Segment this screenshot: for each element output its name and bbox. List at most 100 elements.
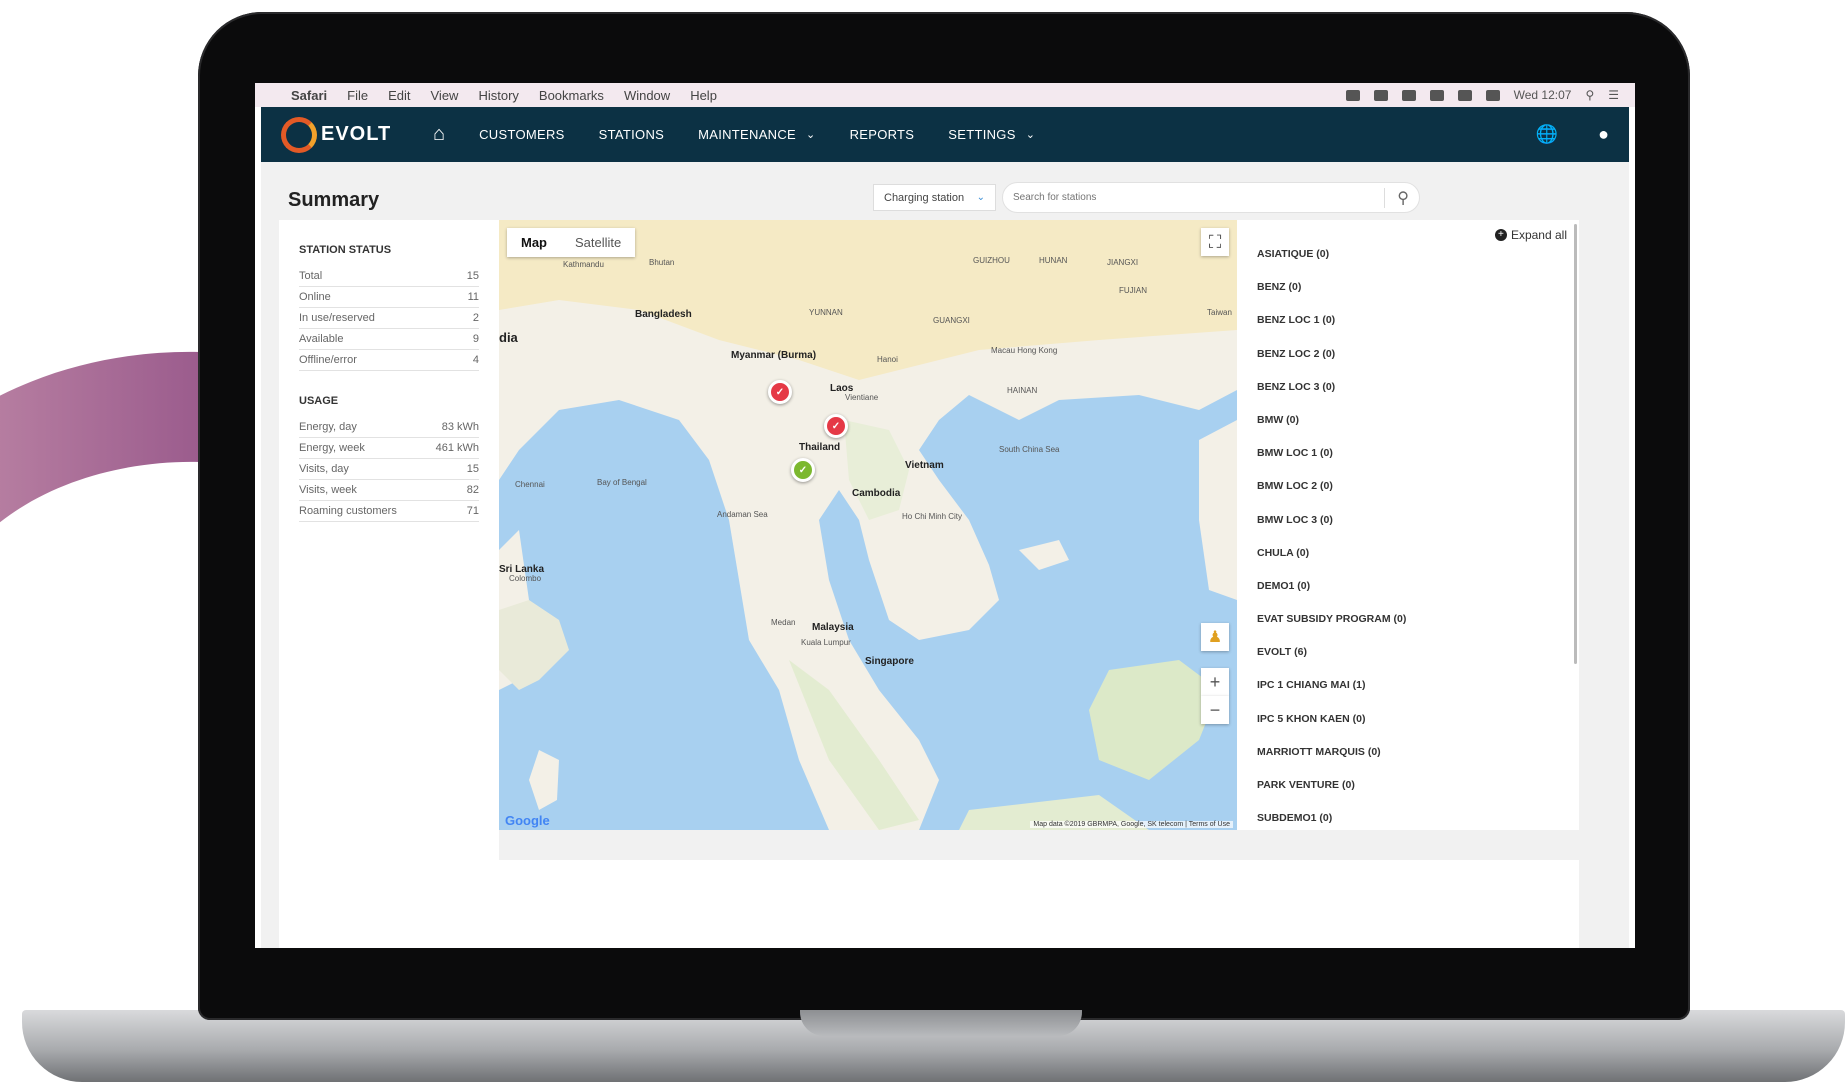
location-item[interactable]: BENZ LOC 2 (0) [1257, 348, 1406, 381]
battery-icon[interactable] [1485, 89, 1500, 101]
location-item[interactable]: EVOLT (6) [1257, 646, 1406, 679]
nav-settings[interactable]: SETTINGS ⌄ [948, 127, 1035, 142]
menu-view[interactable]: View [431, 88, 459, 103]
volume-icon[interactable] [1429, 89, 1444, 101]
airplay-icon[interactable] [1401, 89, 1416, 101]
usage-row: Visits, week 82 [299, 480, 479, 501]
usage-row: Energy, week 461 kWh [299, 438, 479, 459]
mac-menubar: Safari File Edit View History Bookmarks … [255, 83, 1635, 107]
location-item[interactable]: SUBDEMO1 (0) [1257, 812, 1406, 830]
notification-center-icon[interactable]: ☰ [1608, 88, 1619, 102]
station-marker-online[interactable]: ✓ [791, 458, 815, 482]
location-item[interactable]: BENZ LOC 1 (0) [1257, 314, 1406, 347]
menubar-clock[interactable]: Wed 12:07 [1514, 88, 1572, 102]
map-attribution[interactable]: Map data ©2019 GBRMPA, Google, SK teleco… [1030, 821, 1233, 828]
location-item[interactable]: BMW LOC 1 (0) [1257, 447, 1406, 480]
location-item[interactable]: BMW LOC 2 (0) [1257, 480, 1406, 513]
stat-row: In use/reserved 2 [299, 308, 479, 329]
menu-history[interactable]: History [478, 88, 518, 103]
location-item[interactable]: IPC 5 KHON KAEN (0) [1257, 713, 1406, 746]
stat-value: 9 [472, 333, 479, 345]
stations-map[interactable]: Map Satellite ⛶ ♟ + − Myanmar (Burma) La… [499, 220, 1237, 830]
expand-all-button[interactable]: + Expand all [1494, 228, 1567, 242]
stat-value: 4 [472, 354, 479, 366]
menu-edit[interactable]: Edit [388, 88, 410, 103]
location-item[interactable]: CHULA (0) [1257, 547, 1406, 580]
location-item[interactable]: BENZ LOC 3 (0) [1257, 381, 1406, 414]
app-navbar: EVOLT ⌂ CUSTOMERS STATIONS MAINTENANCE ⌄… [261, 107, 1629, 162]
location-list-scrollbar[interactable] [1574, 224, 1577, 664]
home-icon[interactable]: ⌂ [433, 123, 445, 146]
station-search[interactable]: ⚲ [1002, 182, 1420, 213]
menu-help[interactable]: Help [690, 88, 717, 103]
pegman-icon[interactable]: ♟ [1201, 623, 1229, 651]
location-item[interactable]: BENZ (0) [1257, 281, 1406, 314]
evolt-logo[interactable]: EVOLT [281, 116, 405, 153]
stats-panel: STATION STATUS Total 15 Online 11 In use/r… [279, 220, 499, 860]
plus-circle-icon: + [1494, 229, 1507, 241]
location-item[interactable]: MARRIOTT MARQUIS (0) [1257, 746, 1406, 779]
search-icon[interactable]: ⚲ [1397, 188, 1409, 208]
page-title: Summary [288, 189, 380, 211]
station-marker-offline[interactable]: ✓ [824, 414, 848, 438]
zoom-out-button[interactable]: − [1201, 696, 1229, 724]
station-type-select[interactable]: Charging station ⌄ [873, 184, 996, 211]
usage-label: Visits, day [299, 463, 349, 475]
stat-label: Available [299, 333, 344, 345]
map-label-bay-of-bengal: Bay of Bengal [597, 478, 647, 487]
user-icon[interactable]: ● [1598, 124, 1609, 145]
station-type-value: Charging station [884, 191, 965, 204]
spotlight-icon[interactable]: ⚲ [1585, 88, 1594, 102]
expand-all-label: Expand all [1510, 228, 1567, 242]
map-label-hongkong: Macau Hong Kong [991, 346, 1058, 355]
location-list: ASIATIQUE (0) BENZ (0) BENZ LOC 1 (0) BE… [1257, 248, 1406, 830]
nav-maintenance[interactable]: MAINTENANCE ⌄ [698, 127, 815, 142]
map-label-south-china-sea: South China Sea [999, 445, 1060, 454]
satellite-tab[interactable]: Satellite [561, 228, 635, 257]
nav-right-icons: 🌐 ● [1536, 124, 1609, 145]
stat-row: Offline/error 4 [299, 350, 479, 371]
map-label-vietnam: Vietnam [905, 460, 944, 471]
stat-label: Online [299, 291, 331, 303]
station-marker-offline[interactable]: ✓ [768, 380, 792, 404]
map-label-andaman-sea: Andaman Sea [717, 510, 768, 519]
chevron-down-icon: ⌄ [976, 192, 985, 203]
menu-file[interactable]: File [347, 88, 368, 103]
map-label-guizhou: GUIZHOU [973, 256, 1010, 265]
nav-customers[interactable]: CUSTOMERS [479, 127, 565, 142]
nav-reports[interactable]: REPORTS [850, 127, 915, 142]
usage-value: 461 kWh [435, 442, 479, 454]
menu-safari[interactable]: Safari [291, 88, 327, 103]
menu-window[interactable]: Window [624, 88, 670, 103]
globe-icon[interactable]: 🌐 [1536, 124, 1558, 145]
wifi-icon[interactable] [1457, 89, 1472, 101]
menu-bookmarks[interactable]: Bookmarks [539, 88, 604, 103]
stat-label: Offline/error [299, 354, 357, 366]
search-divider [1384, 187, 1386, 208]
menubar-status-area: Wed 12:07 ⚲ ☰ [1345, 88, 1619, 102]
fullscreen-icon[interactable]: ⛶ [1201, 228, 1229, 256]
lower-content-area [279, 860, 1579, 948]
stat-row: Total 15 [299, 266, 479, 287]
location-item[interactable]: IPC 1 CHIANG MAI (1) [1257, 679, 1406, 712]
stat-label: Total [299, 270, 323, 282]
zoom-in-button[interactable]: + [1201, 668, 1229, 696]
cloud-icon[interactable] [1345, 89, 1360, 101]
usage-row: Energy, day 83 kWh [299, 417, 479, 438]
shield-icon[interactable] [1373, 89, 1388, 101]
location-item[interactable]: DEMO1 (0) [1257, 580, 1406, 613]
location-item[interactable]: EVAT SUBSIDY PROGRAM (0) [1257, 613, 1406, 646]
location-item[interactable]: BMW (0) [1257, 414, 1406, 447]
map-label-hainan: HAINAN [1007, 386, 1038, 395]
nav-stations[interactable]: STATIONS [599, 127, 664, 142]
location-item[interactable]: BMW LOC 3 (0) [1257, 514, 1406, 547]
map-label-hunan: HUNAN [1039, 256, 1068, 265]
map-tab[interactable]: Map [507, 228, 561, 257]
station-search-input[interactable] [1013, 192, 1385, 203]
map-label-chennai: Chennai [515, 480, 545, 489]
google-logo: Google [505, 813, 550, 828]
location-item[interactable]: PARK VENTURE (0) [1257, 779, 1406, 812]
usage-label: Roaming customers [299, 505, 397, 517]
map-label-thailand: Thailand [799, 442, 841, 453]
location-item[interactable]: ASIATIQUE (0) [1257, 248, 1406, 281]
